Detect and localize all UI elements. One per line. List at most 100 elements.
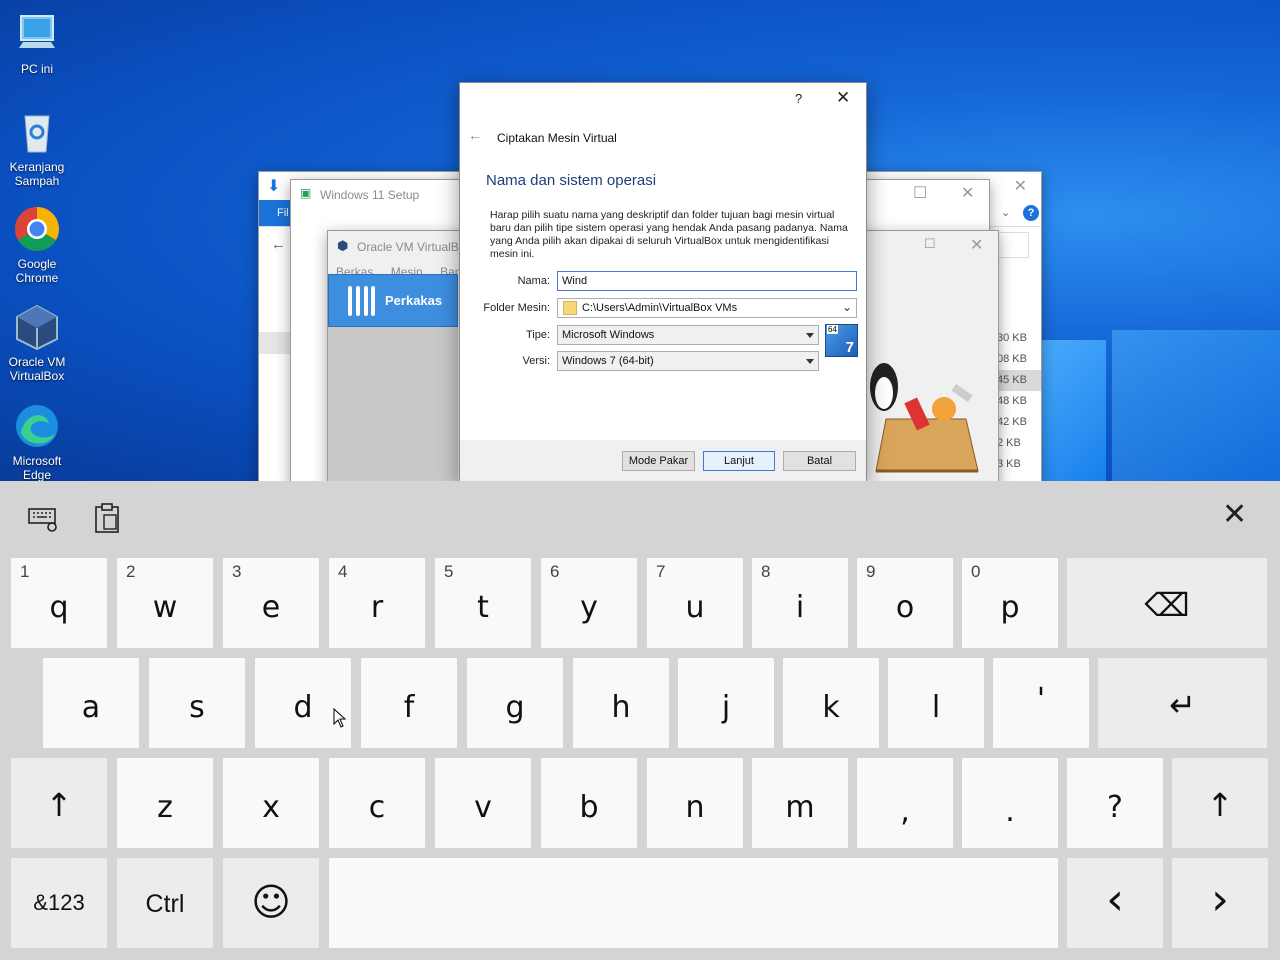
key-z[interactable]: z [117, 758, 213, 848]
windows-logo-panel [1112, 330, 1280, 481]
key-r[interactable]: 4r [329, 558, 425, 648]
close-icon[interactable]: ✕ [836, 88, 850, 108]
key-hint: 5 [444, 562, 454, 581]
key-char: z [157, 790, 173, 825]
nav-pane-selected [259, 332, 291, 354]
size-cell: 30 KB [997, 332, 1027, 344]
version-select[interactable]: Windows 7 (64-bit) [557, 351, 819, 371]
shift-right-key[interactable]: ↑ [1172, 758, 1268, 848]
tools-item[interactable]: Perkakas [328, 274, 458, 327]
maximize-icon[interactable]: ☐ [924, 236, 936, 252]
help-icon[interactable]: ? [1023, 205, 1039, 221]
key-y[interactable]: 6y [541, 558, 637, 648]
desktop-icon-label: Keranjang Sampah [9, 160, 65, 188]
close-keyboard-icon[interactable]: ✕ [1222, 497, 1247, 532]
key-hint: 1 [20, 562, 30, 581]
folder-value: C:\Users\Admin\VirtualBox VMs [582, 302, 738, 314]
desktop-icon-edge[interactable]: Microsoft Edge [4, 402, 70, 481]
close-icon[interactable]: ✕ [970, 235, 983, 255]
key-b[interactable]: b [541, 758, 637, 848]
enter-key[interactable]: ↵ [1098, 658, 1267, 748]
key-i[interactable]: 8i [752, 558, 848, 648]
key-m[interactable]: m [752, 758, 848, 848]
help-button[interactable]: ? [795, 91, 802, 106]
close-icon[interactable]: ✕ [1014, 176, 1027, 196]
desktop-icon-label: PC ini [20, 62, 53, 76]
key-t[interactable]: 5t [435, 558, 531, 648]
key-q[interactable]: 1q [11, 558, 107, 648]
key-char: p [1000, 590, 1020, 625]
key-char: o [895, 590, 915, 625]
folder-label: Folder Mesin: [483, 302, 550, 314]
key-char: w [152, 590, 178, 625]
key-u[interactable]: 7u [647, 558, 743, 648]
key-char: l [931, 690, 941, 725]
back-arrow-icon[interactable]: ← [271, 236, 286, 253]
name-input[interactable]: Wind [557, 271, 857, 291]
key-j[interactable]: j [678, 658, 774, 748]
expert-mode-button[interactable]: Mode Pakar [622, 451, 695, 471]
close-icon[interactable]: ✕ [961, 183, 974, 203]
key-x[interactable]: x [223, 758, 319, 848]
key-a[interactable]: a [43, 658, 139, 748]
key-period[interactable]: . [962, 758, 1058, 848]
keyboard-settings-icon[interactable] [28, 507, 60, 533]
key-d[interactable]: d [255, 658, 351, 748]
key-f[interactable]: f [361, 658, 457, 748]
key-o[interactable]: 9o [857, 558, 953, 648]
key-question[interactable]: ? [1067, 758, 1163, 848]
arrow-right-key[interactable]: › [1172, 858, 1268, 948]
key-e[interactable]: 3e [223, 558, 319, 648]
size-cell: 45 KB [997, 370, 1041, 391]
key-w[interactable]: 2w [117, 558, 213, 648]
backspace-key[interactable]: ⌫ [1067, 558, 1267, 648]
size-cell: 2 KB [997, 437, 1021, 449]
key-l[interactable]: l [888, 658, 984, 748]
windows-logo-panel [1042, 340, 1106, 481]
enter-icon: ↵ [1169, 686, 1196, 724]
key-s[interactable]: s [149, 658, 245, 748]
key-hint: 9 [866, 562, 876, 581]
folder-combo[interactable]: C:\Users\Admin\VirtualBox VMs ⌄ [557, 298, 857, 318]
arrow-left-key[interactable]: ‹ [1067, 858, 1163, 948]
key-char: ' [1036, 682, 1046, 717]
key-char: u [685, 590, 705, 625]
back-arrow-icon[interactable]: ← [468, 127, 482, 143]
ctrl-key[interactable]: Ctrl [117, 858, 213, 948]
chevron-down-icon[interactable]: ⌄ [1001, 206, 1010, 219]
key-label: Ctrl [145, 890, 185, 918]
desktop-icon-recycle-bin[interactable]: Keranjang Sampah [4, 108, 70, 188]
symbols-key[interactable]: &123 [11, 858, 107, 948]
key-comma[interactable]: , [857, 758, 953, 848]
cancel-button[interactable]: Batal [783, 451, 856, 471]
size-cell: 3 KB [997, 458, 1021, 470]
key-char: , [900, 794, 910, 829]
key-g[interactable]: g [467, 658, 563, 748]
shift-left-key[interactable]: ↑ [11, 758, 107, 848]
vbox-title: Oracle VM VirtualBox [357, 240, 472, 254]
next-button[interactable]: Lanjut [703, 451, 775, 471]
search-box[interactable] [997, 232, 1029, 258]
key-v[interactable]: v [435, 758, 531, 848]
desktop-icon-virtualbox[interactable]: Oracle VM VirtualBox [4, 303, 70, 383]
key-k[interactable]: k [783, 658, 879, 748]
desktop-icon-pc[interactable]: PC ini [4, 10, 70, 76]
clipboard-icon[interactable] [93, 502, 121, 534]
key-char: m [785, 790, 815, 825]
key-apostrophe[interactable]: ' [993, 658, 1089, 748]
maximize-icon[interactable]: ☐ [913, 183, 927, 203]
key-p[interactable]: 0p [962, 558, 1058, 648]
key-n[interactable]: n [647, 758, 743, 848]
virtualbox-icon: ⬢ [337, 238, 349, 253]
type-select[interactable]: Microsoft Windows [557, 325, 819, 345]
key-h[interactable]: h [573, 658, 669, 748]
space-key[interactable] [329, 858, 1058, 948]
page-title: Nama dan sistem operasi [486, 172, 657, 189]
emoji-key[interactable]: ☺ [223, 858, 319, 948]
desktop-icon-chrome[interactable]: Google Chrome [4, 205, 70, 285]
os-version-badge: 7 [845, 339, 854, 356]
key-char: x [262, 790, 280, 825]
key-char: i [795, 590, 805, 625]
key-c[interactable]: c [329, 758, 425, 848]
key-char: ? [1107, 790, 1123, 825]
